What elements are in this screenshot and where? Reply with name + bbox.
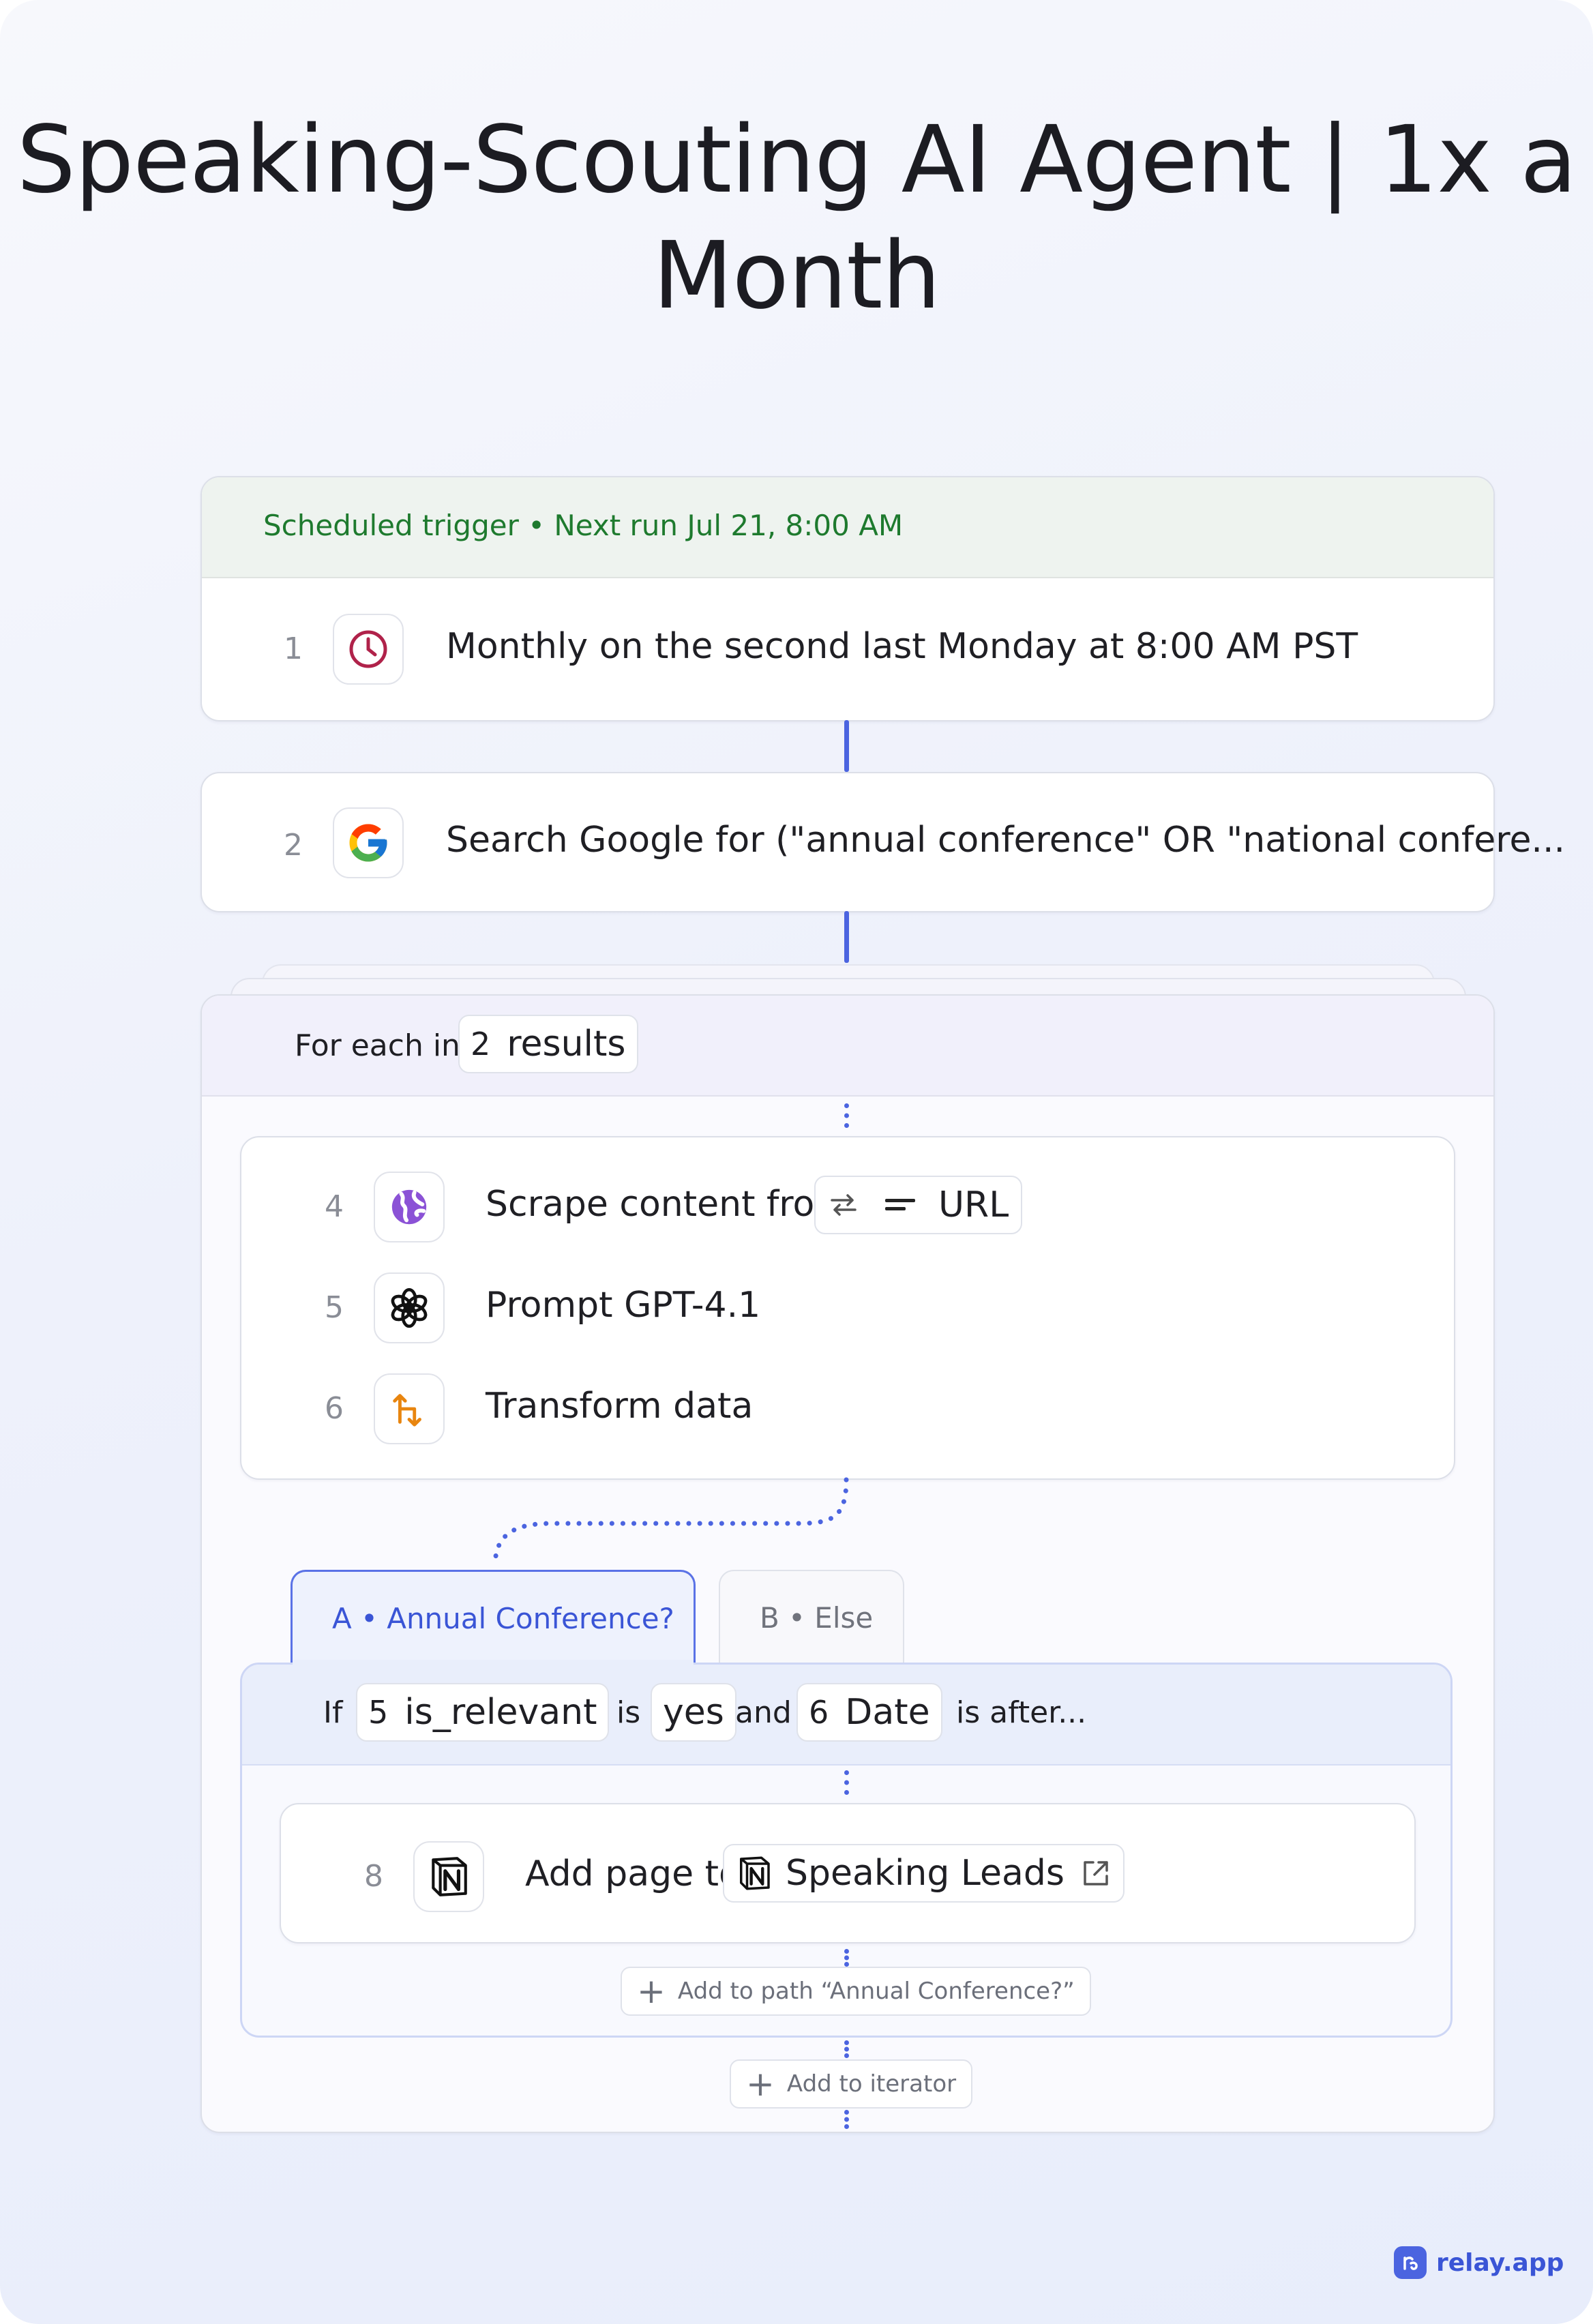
dotted-connector xyxy=(844,2110,849,2129)
chip-step-number: 2 xyxy=(471,1026,491,1062)
trigger-header: Scheduled trigger • Next run Jul 21, 8:0… xyxy=(202,477,1493,578)
openai-icon xyxy=(391,1287,428,1328)
condition-chip-is-relevant[interactable]: 5 is_relevant xyxy=(356,1683,610,1742)
step-number: 2 xyxy=(284,828,303,863)
globe-icon xyxy=(391,1189,427,1225)
tab-path-b-label: B • Else xyxy=(760,1601,874,1635)
iterator-header: For each in xyxy=(202,996,1493,1097)
step-number: 1 xyxy=(284,631,303,666)
step-text: Transform data xyxy=(486,1386,754,1427)
plus-icon: + xyxy=(637,1971,666,2011)
dotted-connector xyxy=(844,1103,849,1128)
chip-label: yes xyxy=(663,1692,724,1733)
transform-icon-box[interactable] xyxy=(374,1373,445,1444)
step-text: Scrape content from xyxy=(486,1184,849,1225)
condition-if: If xyxy=(323,1695,343,1730)
loop-icon xyxy=(831,1194,857,1216)
openai-icon-box[interactable] xyxy=(374,1272,445,1343)
tab-path-a-label: A • Annual Conference? xyxy=(332,1602,674,1635)
step-number: 6 xyxy=(325,1391,344,1426)
search-step-card[interactable]: 2 Search Google for ("annual conference"… xyxy=(200,772,1565,912)
page-title: Speaking-Scouting AI Agent | 1x a Month xyxy=(0,102,1593,334)
add-to-path-button[interactable]: + Add to path “Annual Conference?” xyxy=(621,1967,1091,2016)
connector-line xyxy=(844,720,849,772)
condition-tail: is after... xyxy=(956,1695,1087,1730)
chip-label: URL xyxy=(938,1185,1009,1225)
text-field-icon xyxy=(885,1199,915,1210)
chip-label: is_relevant xyxy=(404,1692,597,1733)
external-link-icon[interactable] xyxy=(1080,1857,1112,1890)
condition-is: is xyxy=(616,1695,641,1730)
connector-line xyxy=(844,911,849,963)
notion-database-chip[interactable]: Speaking Leads xyxy=(723,1844,1125,1903)
clock-icon-box xyxy=(333,614,404,685)
add-to-iterator-button[interactable]: + Add to iterator xyxy=(730,2059,973,2109)
chip-label: Date xyxy=(845,1692,930,1733)
condition-chip-yes[interactable]: yes xyxy=(651,1683,736,1742)
step-number: 8 xyxy=(364,1859,383,1894)
plus-icon: + xyxy=(746,2064,775,2104)
add-to-iterator-label: Add to iterator xyxy=(786,2070,957,2098)
brand-name: relay.app xyxy=(1436,2248,1564,2277)
notion-icon xyxy=(432,1857,467,1896)
transform-icon xyxy=(393,1394,421,1427)
step-number: 5 xyxy=(325,1290,344,1325)
condition-and: and xyxy=(735,1695,792,1730)
dotted-connector xyxy=(844,2040,849,2058)
trigger-text: Monthly on the second last Monday at 8:0… xyxy=(446,626,1358,667)
tab-path-b[interactable]: B • Else xyxy=(719,1570,904,1664)
step-text: Add page to xyxy=(525,1853,741,1894)
globe-icon-box[interactable] xyxy=(374,1172,445,1242)
tab-path-a[interactable]: A • Annual Conference? xyxy=(291,1570,696,1665)
iterator-source-chip[interactable]: 2 results xyxy=(458,1015,638,1073)
step-number: 4 xyxy=(325,1189,344,1224)
path-connector-curve xyxy=(492,1477,849,1568)
chip-label: results xyxy=(507,1024,626,1064)
trigger-card[interactable]: Scheduled trigger • Next run Jul 21, 8:0… xyxy=(200,476,1495,721)
google-icon-box xyxy=(333,807,404,878)
search-step-text: Search Google for ("annual conference" O… xyxy=(446,820,1566,861)
notion-icon xyxy=(740,1856,770,1890)
relay-logo-icon xyxy=(1394,2246,1427,2279)
dotted-connector xyxy=(844,1770,849,1795)
clock-icon xyxy=(349,630,387,668)
dotted-connector xyxy=(844,1949,849,1967)
step-text: Prompt GPT-4.1 xyxy=(486,1285,761,1326)
chip-step-number: 5 xyxy=(368,1694,389,1731)
title-line-2: Month xyxy=(653,222,940,330)
tab-joint xyxy=(293,1660,694,1667)
brand-logo: relay.app xyxy=(1394,2246,1564,2279)
condition-chip-date[interactable]: 6 Date xyxy=(796,1683,942,1742)
chip-label: Speaking Leads xyxy=(786,1853,1065,1894)
add-to-path-label: Add to path “Annual Conference?” xyxy=(677,1978,1075,2005)
iterator-label: For each in xyxy=(295,1028,460,1063)
url-variable-chip[interactable]: URL xyxy=(814,1176,1023,1234)
trigger-header-text: Scheduled trigger • Next run Jul 21, 8:0… xyxy=(263,509,904,542)
title-line-1: Speaking-Scouting AI Agent | 1x a xyxy=(16,106,1577,214)
google-icon xyxy=(349,824,387,862)
notion-icon-box xyxy=(413,1841,484,1912)
chip-step-number: 6 xyxy=(809,1694,829,1731)
